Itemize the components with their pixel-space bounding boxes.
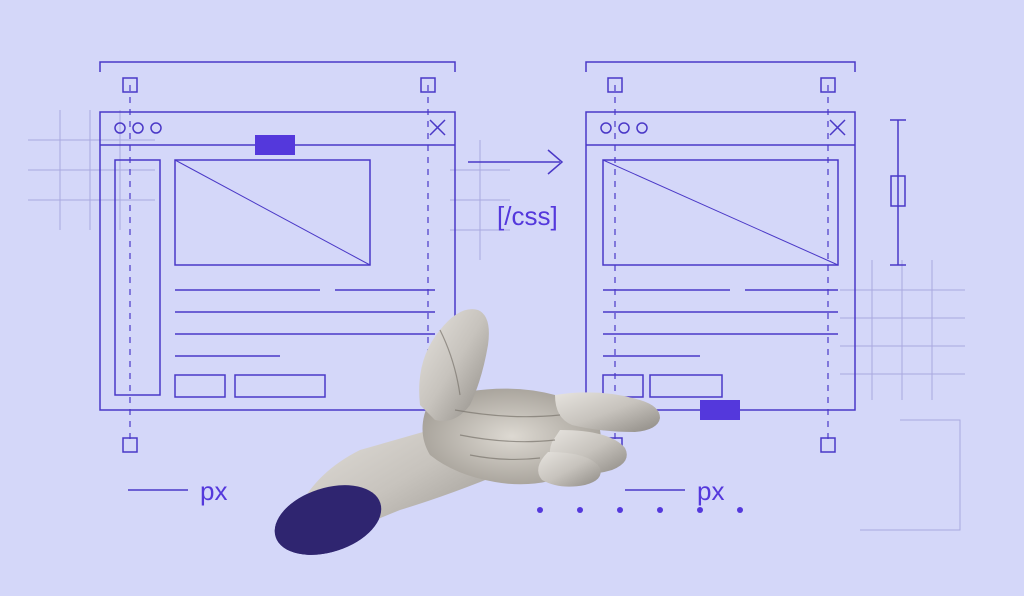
wireframe-window-right bbox=[586, 112, 855, 420]
bracket-top-right bbox=[586, 62, 855, 72]
image-placeholder-icon bbox=[603, 160, 838, 265]
dotted-row bbox=[537, 507, 743, 513]
px-label-left: px bbox=[200, 476, 227, 506]
active-indicator-bottom bbox=[700, 400, 740, 420]
slider-vertical bbox=[890, 120, 906, 265]
active-tab-indicator bbox=[255, 135, 295, 155]
px-label-right: px bbox=[697, 476, 724, 506]
window-controls-icon bbox=[601, 123, 647, 133]
window-controls-icon bbox=[115, 123, 161, 133]
hand-gesture-icon bbox=[266, 309, 660, 567]
css-tag-label: [/css] bbox=[497, 201, 558, 231]
close-icon bbox=[830, 120, 845, 135]
px-label-left-group: px bbox=[128, 476, 227, 506]
image-placeholder-icon bbox=[175, 160, 370, 265]
bracket-top-left bbox=[100, 62, 455, 72]
px-label-right-group: px bbox=[625, 476, 724, 506]
wireframe-window-left bbox=[100, 112, 455, 410]
close-icon bbox=[430, 120, 445, 135]
